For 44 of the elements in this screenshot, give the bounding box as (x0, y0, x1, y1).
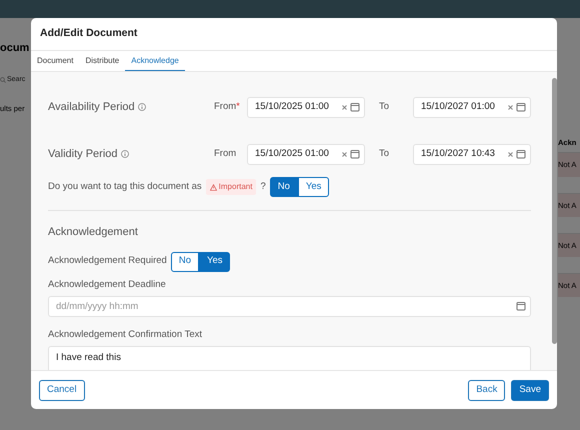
date-field[interactable]: 15/10/2027 01:00 (413, 96, 531, 118)
tab[interactable]: Distribute (79, 51, 126, 71)
calendar-icon[interactable] (350, 102, 360, 112)
info-icon (120, 150, 128, 158)
warning-icon (210, 184, 217, 190)
info-icon (138, 103, 146, 111)
deadline-field[interactable]: dd/mm/yyyy hh:mm (48, 296, 531, 317)
page-heading: ocum (0, 41, 30, 56)
clear-icon[interactable] (508, 104, 513, 110)
confirmation-text-field[interactable]: I have read this (48, 346, 531, 370)
field-label: Acknowledgement Deadline (48, 278, 167, 292)
field-label: Acknowledgement Confirmation Text (48, 328, 204, 342)
date-field[interactable]: 15/10/2027 10:43 (413, 144, 531, 164)
clear-icon[interactable] (342, 152, 347, 156)
question-mark: ? (260, 180, 266, 194)
section-title: Acknowledgement (48, 225, 139, 240)
from-label: From (214, 146, 238, 161)
toggle-option[interactable]: No (270, 177, 298, 197)
calendar-icon[interactable] (516, 300, 526, 311)
search-icon (0, 76, 6, 83)
question-text: Do you want to tag this document as (48, 180, 202, 194)
back-button[interactable]: Back (468, 380, 506, 400)
to-label: To (379, 146, 390, 161)
tab[interactable]: Acknowledge (125, 51, 185, 71)
cancel-button[interactable]: Cancel (39, 380, 85, 400)
toggle-option[interactable]: Yes (198, 252, 230, 272)
calendar-icon[interactable] (350, 149, 360, 159)
clear-icon[interactable] (342, 104, 347, 110)
toggle-option[interactable]: No (170, 252, 199, 272)
field-label: Validity Period (48, 146, 118, 162)
save-button[interactable]: Save (511, 380, 549, 400)
modal-title: Add/Edit Document (40, 26, 138, 42)
to-label: To (379, 100, 390, 114)
date-field[interactable]: 15/10/2025 01:00 (247, 144, 365, 164)
calendar-icon[interactable] (516, 102, 526, 112)
important-tag: Important (206, 179, 256, 195)
date-field[interactable]: 15/10/2025 01:00 (247, 96, 365, 118)
tab[interactable]: Document (31, 51, 80, 71)
field-label: Acknowledgement Required (48, 254, 167, 268)
calendar-icon[interactable] (516, 149, 526, 159)
clear-icon[interactable] (508, 152, 513, 156)
field-label: Availability Period (48, 100, 135, 115)
from-label: From* (214, 100, 241, 114)
toggle-option[interactable]: Yes (298, 177, 330, 197)
